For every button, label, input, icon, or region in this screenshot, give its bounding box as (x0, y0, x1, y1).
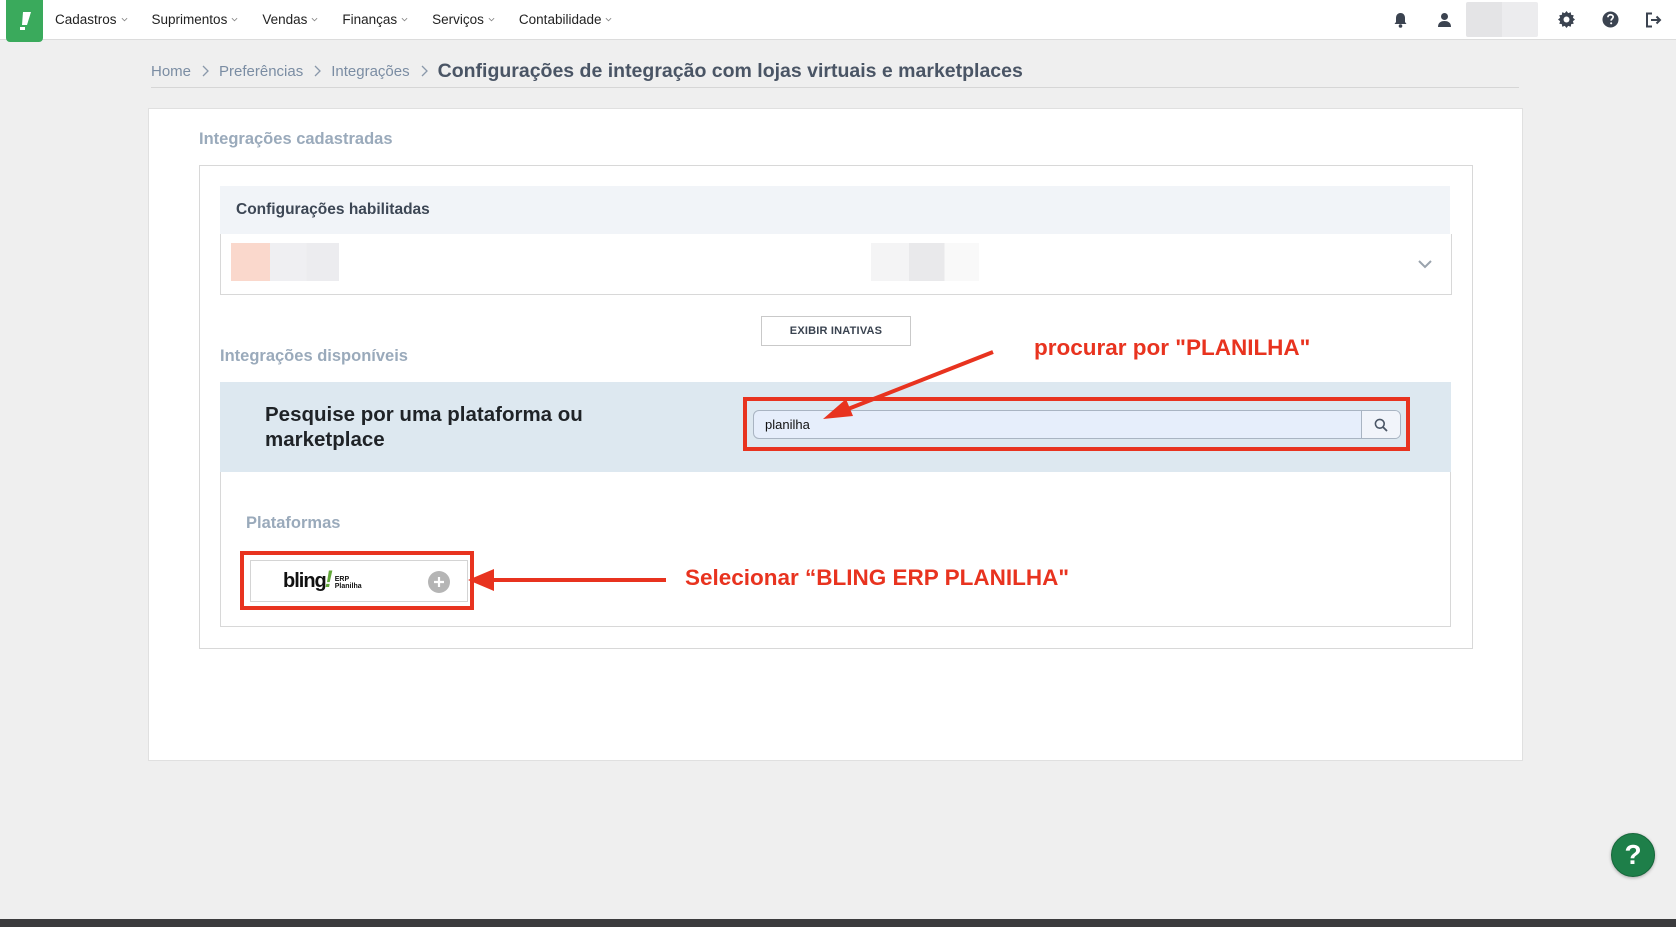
chevron-down-icon (488, 17, 495, 22)
help-circle-icon[interactable] (1600, 10, 1620, 30)
chevron-down-icon (311, 17, 318, 22)
app-logo[interactable] (6, 0, 43, 42)
logo-mark-icon (19, 12, 31, 30)
chevron-right-icon (313, 65, 322, 77)
show-inactive-button[interactable]: EXIBIR INATIVAS (761, 316, 911, 346)
menu-financas[interactable]: Finanças (342, 12, 408, 27)
menu-contabilidade[interactable]: Contabilidade (519, 12, 613, 27)
chevron-right-icon (420, 65, 428, 77)
available-integrations-title: Integrações disponíveis (220, 347, 408, 365)
bell-icon[interactable] (1390, 10, 1410, 30)
menu-cadastros[interactable]: Cadastros (55, 12, 128, 27)
chevron-down-icon (401, 17, 408, 22)
menu-label: Vendas (262, 12, 308, 27)
user-name-redacted[interactable] (1466, 2, 1538, 37)
chevron-right-icon (201, 65, 209, 77)
help-label: ? (1624, 839, 1642, 870)
menu-suprimentos[interactable]: Suprimentos (152, 12, 239, 27)
menu-vendas[interactable]: Vendas (262, 12, 318, 27)
menu-servicos[interactable]: Serviços (432, 12, 495, 27)
chevron-down-icon[interactable] (1415, 254, 1435, 274)
search-heading: Pesquise por uma plataforma ou marketpla… (265, 403, 583, 451)
enabled-config-row[interactable] (220, 234, 1452, 295)
main-menu: Cadastros Suprimentos Vendas Finanças Se… (55, 0, 636, 39)
chevron-down-icon (606, 17, 612, 22)
enabled-configs-title: Configurações habilitadas (236, 201, 430, 218)
top-right-icons (1378, 0, 1676, 39)
redacted-integration-logo (231, 243, 339, 281)
breadcrumb-home[interactable]: Home (151, 63, 191, 80)
breadcrumb: Home Preferências Integrações Configuraç… (151, 55, 1519, 88)
search-annotation-note: procurar por "PLANILHA" (1034, 335, 1311, 360)
breadcrumb-integracoes[interactable]: Integrações (331, 63, 409, 80)
logout-icon[interactable] (1644, 10, 1664, 30)
top-navbar: Cadastros Suprimentos Vendas Finanças Se… (0, 0, 1676, 42)
redacted-integration-name (871, 243, 979, 281)
breadcrumb-preferencias[interactable]: Preferências (219, 63, 303, 80)
select-annotation-note: Selecionar “BLING ERP PLANILHA" (685, 565, 1070, 590)
user-icon[interactable] (1434, 10, 1454, 30)
menu-label: Finanças (342, 12, 398, 27)
chevron-down-icon (231, 17, 238, 22)
page-title: Configurações de integração com lojas vi… (437, 59, 1023, 82)
enabled-configs-header: Configurações habilitadas (220, 186, 1450, 234)
menu-label: Serviços (432, 12, 484, 27)
chevron-down-icon (121, 17, 127, 22)
menu-label: Contabilidade (518, 12, 602, 27)
gear-icon[interactable] (1556, 10, 1576, 30)
platforms-title: Plataformas (246, 514, 341, 532)
menu-label: Suprimentos (151, 12, 228, 27)
bottom-bar (0, 919, 1676, 927)
platform-highlight-box (240, 551, 474, 610)
help-chat-button[interactable]: ? (1611, 833, 1655, 877)
registered-integrations-title: Integrações cadastradas (199, 130, 393, 148)
search-highlight-box (743, 397, 1410, 451)
menu-label: Cadastros (55, 12, 117, 27)
